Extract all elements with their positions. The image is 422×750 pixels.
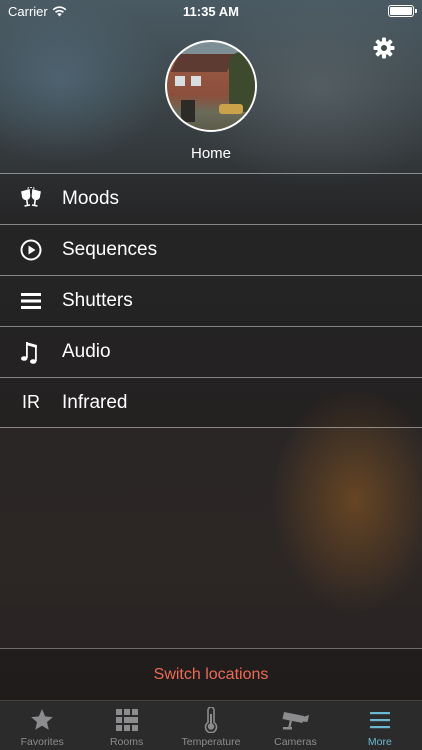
- menu-item-audio[interactable]: Audio: [0, 326, 422, 377]
- play-circle-icon: [0, 239, 62, 261]
- main-menu: Moods Sequences Shutters Audio IR Infrar…: [0, 173, 422, 428]
- tab-label: Favorites: [20, 736, 64, 748]
- menu-label: Sequences: [62, 239, 158, 260]
- location-photo[interactable]: [165, 40, 257, 132]
- menu-icon: [369, 706, 391, 734]
- tab-cameras[interactable]: Cameras: [253, 701, 337, 750]
- tab-label: Rooms: [109, 736, 144, 748]
- tab-label: Temperature: [181, 736, 241, 748]
- switch-locations-button[interactable]: Switch locations: [0, 648, 422, 700]
- shutter-lines-icon: [0, 292, 62, 310]
- tab-favorites[interactable]: Favorites: [0, 701, 84, 750]
- battery-icon: [388, 5, 417, 17]
- menu-item-infrared[interactable]: IR Infrared: [0, 377, 422, 428]
- tab-more[interactable]: More: [338, 701, 422, 750]
- menu-item-sequences[interactable]: Sequences: [0, 224, 422, 275]
- tab-temperature[interactable]: Temperature: [169, 701, 253, 750]
- menu-item-moods[interactable]: Moods: [0, 173, 422, 224]
- menu-label: Audio: [62, 341, 111, 362]
- location-name: Home: [190, 145, 231, 162]
- grid-icon: [115, 706, 139, 734]
- status-bar: Carrier 11:35 AM: [0, 0, 422, 22]
- tab-rooms[interactable]: Rooms: [84, 701, 168, 750]
- thermometer-icon: [203, 706, 219, 734]
- menu-label: Infrared: [62, 391, 128, 413]
- menu-item-shutters[interactable]: Shutters: [0, 275, 422, 326]
- switch-locations-label: Switch locations: [153, 665, 269, 683]
- camera-icon: [280, 706, 310, 734]
- gear-icon[interactable]: [372, 36, 396, 60]
- music-note-icon: [0, 340, 62, 364]
- menu-label: Shutters: [62, 290, 133, 311]
- champagne-glasses-icon: [0, 187, 62, 211]
- status-time: 11:35 AM: [183, 4, 239, 19]
- tab-label: More: [367, 736, 392, 748]
- ir-icon: IR: [22, 392, 40, 412]
- menu-label: Moods: [62, 188, 120, 209]
- tab-bar: Favorites Rooms Temperature Cameras More: [0, 700, 422, 750]
- tab-label: Cameras: [274, 736, 317, 748]
- star-icon: [29, 706, 55, 734]
